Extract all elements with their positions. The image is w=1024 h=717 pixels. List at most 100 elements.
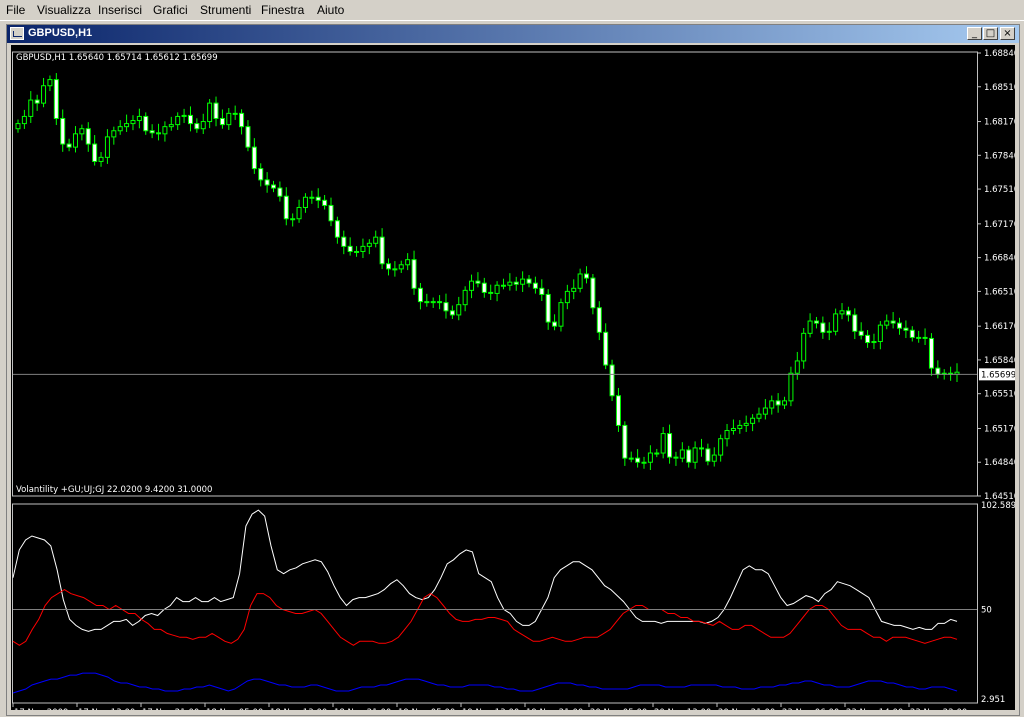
candle-body (469, 280, 475, 291)
indicator-mid-label: 50 (981, 606, 992, 616)
candle (430, 297, 436, 308)
candle-body (226, 112, 232, 126)
menu-bar: File Visualizza Inserisci Grafici Strume… (0, 0, 1024, 21)
candle-body (801, 332, 807, 362)
candle (679, 442, 685, 463)
menu-inserisci[interactable]: Inserisci (98, 3, 142, 17)
close-button[interactable]: × (1000, 27, 1015, 40)
candle-body (456, 304, 462, 316)
candle-body (909, 329, 915, 338)
candle-body (679, 449, 685, 459)
chart-area[interactable]: GBPUSD,H1 1.65640 1.65714 1.65612 1.6569… (11, 45, 1015, 710)
candle-body (462, 289, 468, 306)
candle-body (756, 413, 762, 419)
candle (79, 124, 85, 141)
candle-body (839, 310, 845, 315)
candle-body (341, 236, 347, 247)
time-tick-label: 18 Nov 13:00 (270, 708, 327, 710)
menu-file[interactable]: File (6, 3, 25, 17)
minimize-button[interactable]: _ (967, 27, 982, 40)
candle-body (500, 284, 506, 287)
candle (609, 359, 615, 402)
candle (385, 258, 391, 276)
candle-body (481, 282, 487, 293)
candle (124, 114, 130, 132)
candle (584, 266, 590, 284)
candle (443, 293, 449, 319)
candle (903, 320, 909, 339)
candle (711, 447, 717, 467)
candle-body (724, 430, 730, 440)
candle (865, 330, 871, 348)
candle (462, 286, 468, 312)
candle-body (545, 293, 551, 323)
candle (839, 303, 845, 320)
candle (718, 434, 724, 462)
candle-body (66, 143, 72, 148)
candle (807, 313, 813, 338)
candle (692, 441, 698, 469)
candle-body (526, 278, 532, 284)
candle (111, 126, 117, 145)
candle-body (385, 263, 391, 270)
candle (507, 273, 513, 291)
candle-body (782, 400, 788, 406)
candle-body (130, 120, 136, 125)
candle (641, 456, 647, 469)
candle (750, 414, 756, 432)
candle-body (290, 218, 296, 221)
menu-aiuto[interactable]: Aiuto (317, 3, 344, 17)
candle-body (750, 417, 756, 424)
candle-body (858, 330, 864, 336)
candle-body (258, 168, 264, 181)
indicator-series-gj (12, 672, 958, 694)
candle-body (21, 115, 27, 125)
menu-grafici[interactable]: Grafici (153, 3, 188, 17)
window-titlebar[interactable]: GBPUSD,H1 _ □ × (7, 25, 1019, 43)
candle-body (615, 395, 621, 426)
candle (500, 278, 506, 290)
menu-strumenti[interactable]: Strumenti (200, 3, 251, 17)
candle-body (641, 461, 647, 464)
candle (379, 228, 385, 270)
candle-body (104, 136, 110, 158)
candle-body (92, 143, 98, 162)
candle-body (603, 331, 609, 366)
candle (801, 328, 807, 369)
candle-body (596, 307, 602, 333)
candle (743, 415, 749, 432)
chart-window-icon[interactable] (10, 27, 24, 40)
chart-canvas[interactable]: GBPUSD,H1 1.65640 1.65714 1.65612 1.6569… (11, 45, 1015, 710)
candle-body (571, 287, 577, 292)
maximize-button[interactable]: □ (983, 27, 998, 40)
candle-body (449, 310, 455, 316)
candle-body (437, 301, 443, 304)
candle-body (111, 130, 117, 138)
candle-body (60, 117, 66, 145)
candle (935, 360, 941, 379)
candle (239, 109, 245, 135)
candle (41, 77, 47, 108)
candle (788, 366, 794, 407)
candle (756, 407, 762, 423)
candle-body (162, 126, 168, 135)
price-tick-label: 1.68840 (984, 49, 1015, 59)
candle-body (737, 424, 743, 429)
candle (200, 113, 206, 135)
candle (232, 105, 238, 120)
candle (622, 421, 628, 466)
chart-window: GBPUSD,H1 _ □ × GBPUSD,H1 1.65640 1.6571… (6, 24, 1020, 716)
candle (494, 281, 500, 302)
menu-visualizza[interactable]: Visualizza (37, 3, 91, 17)
candle (398, 260, 404, 273)
candle (615, 387, 621, 432)
price-tick-label: 1.68170 (984, 118, 1015, 128)
candle-body (175, 115, 181, 126)
candle-body (194, 123, 200, 130)
menu-finestra[interactable]: Finestra (261, 3, 304, 17)
time-tick-label: 18 Nov 21:00 (334, 708, 391, 710)
candle (673, 451, 679, 466)
candle-body (411, 259, 417, 289)
candle (954, 363, 960, 383)
candle (481, 277, 487, 298)
